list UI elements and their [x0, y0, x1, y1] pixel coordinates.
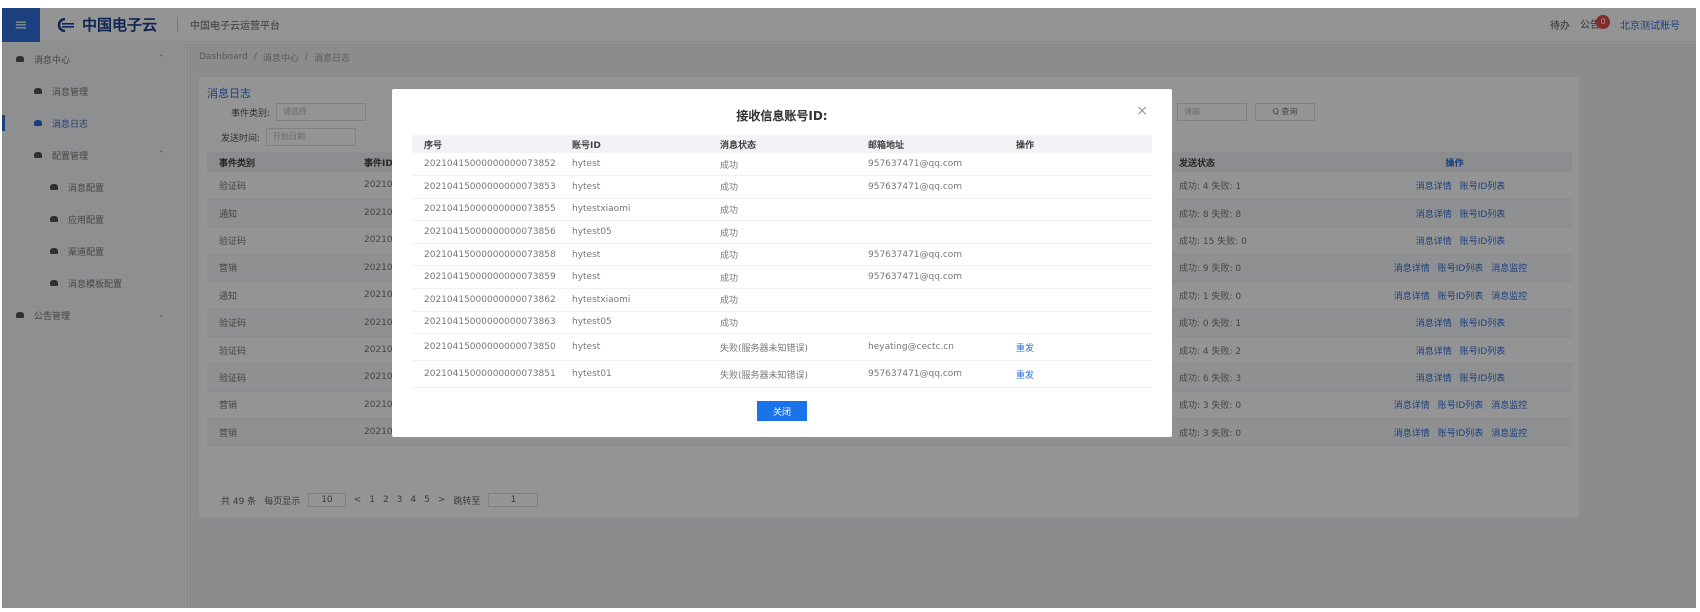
- account-id-cell: hytest01: [560, 360, 708, 389]
- dialog-table-row: 20210415000000000073852 hytest 成功 957637471…: [412, 153, 1152, 177]
- account-id-cell: hytest: [560, 333, 708, 362]
- account-id-cell: hytestxiaomi: [560, 198, 708, 222]
- dialog-title: 接收信息账号ID:: [736, 109, 828, 123]
- column-header-msg-status: 消息状态: [708, 135, 856, 153]
- op-cell: [1004, 265, 1152, 290]
- op-cell: [1004, 220, 1152, 244]
- op-cell: [1004, 311, 1152, 335]
- account-id-cell: hytest: [560, 175, 708, 199]
- dialog-table-body: 20210415000000000073852 hytest 成功 957637471…: [412, 153, 1152, 389]
- account-id-cell: hytest05: [560, 311, 708, 335]
- dialog-table-row: 20210415000000000073850 hytest 失败(服务器未知错误)…: [412, 333, 1152, 362]
- seq-cell: 20210415000000000073852: [412, 153, 560, 177]
- close-button[interactable]: 关闭: [757, 401, 807, 421]
- msg-status-cell: 成功: [708, 175, 856, 199]
- column-header-op: 操作: [1004, 135, 1152, 153]
- email-cell: 957637471@qq.com: [856, 243, 1004, 267]
- account-id-table: 序号 账号ID 消息状态 邮箱地址 操作 2021041500000000007…: [412, 135, 1152, 389]
- seq-cell: 20210415000000000073859: [412, 265, 560, 290]
- seq-cell: 20210415000000000073855: [412, 198, 560, 222]
- account-id-cell: hytestxiaomi: [560, 288, 708, 312]
- account-id-dialog: 接收信息账号ID: × 序号 账号ID 消息状态 邮箱地址 操作 2021041…: [392, 89, 1172, 437]
- email-cell: [856, 311, 1004, 335]
- seq-cell: 20210415000000000073858: [412, 243, 560, 267]
- dialog-table-row: 20210415000000000073853 hytest 成功 957637471…: [412, 175, 1152, 199]
- seq-cell: 20210415000000000073856: [412, 220, 560, 244]
- dialog-table-row: 20210415000000000073859 hytest 成功 957637471…: [412, 265, 1152, 290]
- close-icon[interactable]: ×: [1136, 103, 1148, 119]
- dialog-table-header-row: 序号 账号ID 消息状态 邮箱地址 操作: [412, 135, 1152, 153]
- msg-status-cell: 成功: [708, 220, 856, 244]
- resend-link[interactable]: 重发: [1016, 371, 1034, 381]
- op-cell: [1004, 175, 1152, 199]
- email-cell: 957637471@qq.com: [856, 175, 1004, 199]
- msg-status-cell: 成功: [708, 198, 856, 222]
- column-header-account-id: 账号ID: [560, 135, 708, 153]
- op-cell: [1004, 288, 1152, 312]
- dialog-table-row: 20210415000000000073855 hytestxiaomi 成功: [412, 198, 1152, 222]
- column-header-email: 邮箱地址: [856, 135, 1004, 153]
- dialog-table-row: 20210415000000000073862 hytestxiaomi 成功: [412, 288, 1152, 312]
- seq-cell: 20210415000000000073851: [412, 360, 560, 389]
- op-cell: 重发: [1004, 333, 1152, 362]
- account-id-cell: hytest05: [560, 220, 708, 244]
- resend-link[interactable]: 重发: [1016, 344, 1034, 354]
- msg-status-cell: 成功: [708, 153, 856, 177]
- dialog-table-row: 20210415000000000073851 hytest01 失败(服务器未知错…: [412, 360, 1152, 389]
- email-cell: heyating@cectc.cn: [856, 333, 1004, 362]
- account-id-cell: hytest: [560, 243, 708, 267]
- seq-cell: 20210415000000000073862: [412, 288, 560, 312]
- seq-cell: 20210415000000000073853: [412, 175, 560, 199]
- column-header-seq: 序号: [412, 135, 560, 153]
- email-cell: 957637471@qq.com: [856, 265, 1004, 290]
- op-cell: [1004, 153, 1152, 177]
- email-cell: [856, 288, 1004, 312]
- dialog-table-row: 20210415000000000073863 hytest05 成功: [412, 311, 1152, 335]
- msg-status-cell: 失败(服务器未知错误): [708, 333, 856, 362]
- op-cell: [1004, 198, 1152, 222]
- seq-cell: 20210415000000000073850: [412, 333, 560, 362]
- msg-status-cell: 成功: [708, 311, 856, 335]
- msg-status-cell: 成功: [708, 265, 856, 290]
- account-id-cell: hytest: [560, 153, 708, 177]
- dialog-table-row: 20210415000000000073856 hytest05 成功: [412, 220, 1152, 244]
- email-cell: 957637471@qq.com: [856, 360, 1004, 389]
- dialog-table-row: 20210415000000000073858 hytest 成功 957637471…: [412, 243, 1152, 267]
- email-cell: [856, 220, 1004, 244]
- account-id-cell: hytest: [560, 265, 708, 290]
- op-cell: 重发: [1004, 360, 1152, 389]
- app-window: ≡ 中国电子云 中国电子云运营平台 待办 公告0 北京测试账号 消息中心 ⌃ 消…: [2, 8, 1696, 608]
- msg-status-cell: 成功: [708, 243, 856, 267]
- email-cell: [856, 198, 1004, 222]
- email-cell: 957637471@qq.com: [856, 153, 1004, 177]
- op-cell: [1004, 243, 1152, 267]
- msg-status-cell: 成功: [708, 288, 856, 312]
- msg-status-cell: 失败(服务器未知错误): [708, 360, 856, 389]
- seq-cell: 20210415000000000073863: [412, 311, 560, 335]
